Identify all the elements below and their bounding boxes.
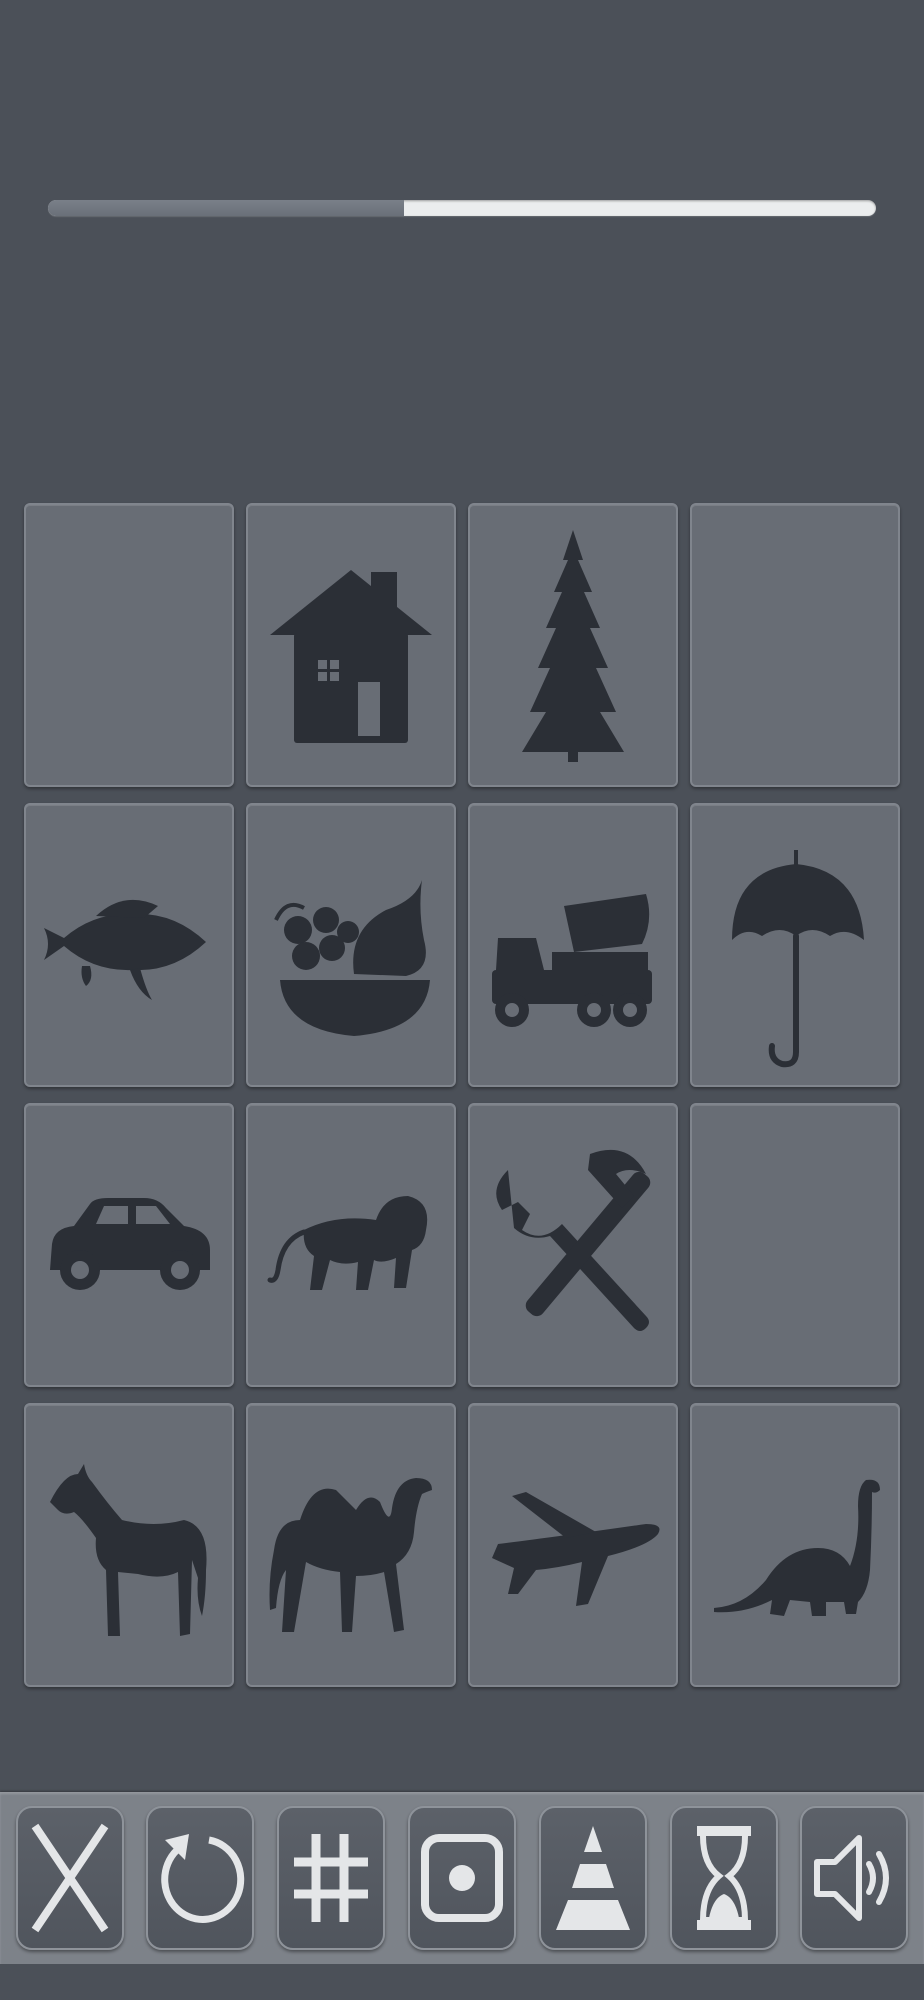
progress-bar — [48, 200, 876, 216]
dinosaur-icon — [714, 1479, 880, 1616]
card-airplane[interactable] — [468, 1403, 678, 1687]
card-car[interactable] — [24, 1103, 234, 1387]
bottom-toolbar — [0, 1792, 924, 1964]
card-fish[interactable] — [24, 803, 234, 1087]
hourglass-icon — [697, 1826, 751, 1930]
pyramid-icon — [556, 1826, 630, 1930]
airplane-icon — [492, 1492, 660, 1606]
card-hammer-wrench[interactable] — [468, 1103, 678, 1387]
hourglass-button[interactable] — [670, 1806, 778, 1950]
umbrella-icon — [732, 850, 864, 1068]
cement-truck-icon — [492, 894, 652, 1027]
car-icon — [50, 1198, 210, 1290]
restart-button[interactable] — [146, 1806, 254, 1950]
fish-icon — [44, 899, 206, 1000]
lion-icon — [267, 1196, 428, 1290]
close-icon — [31, 1823, 109, 1933]
card-umbrella[interactable] — [690, 803, 900, 1087]
stop-icon — [421, 1834, 503, 1922]
card-dinosaur[interactable] — [690, 1403, 900, 1687]
hammer-wrench-icon — [496, 1149, 651, 1331]
card-grid — [24, 503, 900, 1687]
pyramid-button[interactable] — [539, 1806, 647, 1950]
horse-icon — [50, 1464, 207, 1636]
card-camel[interactable] — [246, 1403, 456, 1687]
pine-tree-icon — [522, 530, 624, 762]
card-horse[interactable] — [24, 1403, 234, 1687]
card-fruit-bowl[interactable] — [246, 803, 456, 1087]
card-house[interactable] — [246, 503, 456, 787]
bottom-edge — [0, 1964, 924, 2000]
stop-button[interactable] — [408, 1806, 516, 1950]
camel-icon — [269, 1478, 432, 1632]
close-button[interactable] — [16, 1806, 124, 1950]
progress-fill — [48, 200, 405, 216]
card-empty-2[interactable] — [690, 503, 900, 787]
house-icon — [270, 570, 432, 743]
fruit-bowl-icon — [274, 880, 430, 1036]
card-pine-tree[interactable] — [468, 503, 678, 787]
card-empty-1[interactable] — [24, 503, 234, 787]
speaker-icon — [814, 1835, 889, 1921]
grid-button[interactable] — [277, 1806, 385, 1950]
restart-icon — [161, 1834, 245, 1923]
grid-icon — [294, 1834, 368, 1922]
card-empty-3[interactable] — [690, 1103, 900, 1387]
sound-button[interactable] — [800, 1806, 908, 1950]
card-lion[interactable] — [246, 1103, 456, 1387]
card-cement-truck[interactable] — [468, 803, 678, 1087]
